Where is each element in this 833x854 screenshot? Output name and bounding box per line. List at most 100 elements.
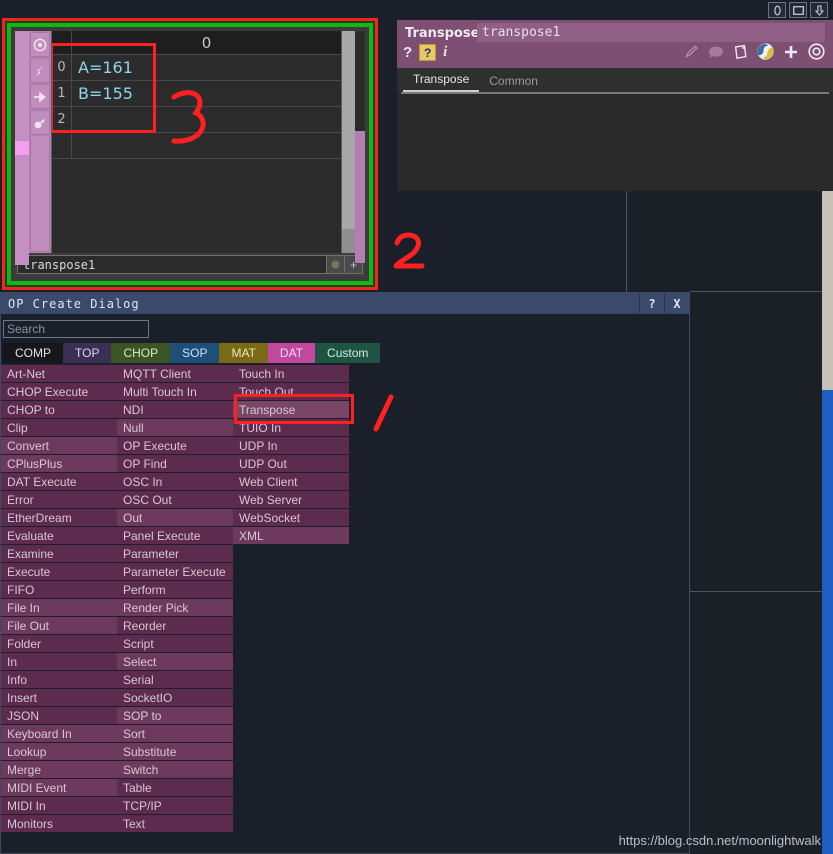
op-tab-top[interactable]: TOP — [63, 343, 112, 363]
help-button[interactable]: ? — [639, 293, 664, 314]
python-icon[interactable] — [757, 43, 774, 65]
op-list-item[interactable]: Panel Execute — [117, 527, 233, 545]
op-list-item[interactable]: Select — [117, 653, 233, 671]
op-list-item[interactable]: TCP/IP — [117, 797, 233, 815]
dat-vertical-scrollbar[interactable] — [341, 31, 356, 253]
clipboard-icon[interactable] — [733, 44, 748, 65]
op-list-item[interactable]: Touch Out — [233, 383, 349, 401]
op-list-item[interactable]: Keyboard In — [1, 725, 117, 743]
lightning-icon[interactable] — [30, 58, 50, 83]
op-list-item[interactable]: Transpose — [233, 401, 349, 419]
op-list-item[interactable]: MIDI In — [1, 797, 117, 815]
op-list-item[interactable]: Art-Net — [1, 365, 117, 383]
op-list-item[interactable]: Folder — [1, 635, 117, 653]
op-list-item[interactable]: Merge — [1, 761, 117, 779]
dat-path-field[interactable]: transpose1 — [17, 255, 327, 274]
right-scrollbar-thumb[interactable] — [822, 390, 833, 854]
op-list-item[interactable]: NDI — [117, 401, 233, 419]
table-row[interactable]: 2 — [52, 107, 341, 133]
op-list-item[interactable]: Info — [1, 671, 117, 689]
op-tab-sop[interactable]: SOP — [170, 343, 220, 363]
op-list-item[interactable]: DAT Execute — [1, 473, 117, 491]
help-icon[interactable]: ? — [403, 44, 412, 61]
op-list-item[interactable]: Text — [117, 815, 233, 833]
op-list-item[interactable]: Examine — [1, 545, 117, 563]
op-list-item[interactable]: Serial — [117, 671, 233, 689]
op-list-item[interactable]: WebSocket — [233, 509, 349, 527]
op-list-item[interactable]: CPlusPlus — [1, 455, 117, 473]
row-value[interactable]: A=161 — [72, 55, 341, 80]
op-list-item[interactable]: CHOP to — [1, 401, 117, 419]
op-list-item[interactable]: Switch — [117, 761, 233, 779]
op-list-item[interactable]: Error — [1, 491, 117, 509]
op-list-item[interactable]: OSC Out — [117, 491, 233, 509]
help-badge-icon[interactable]: ? — [419, 44, 437, 61]
row-value[interactable] — [72, 107, 341, 132]
row-value[interactable] — [72, 133, 341, 158]
op-list-item[interactable]: Render Pick — [117, 599, 233, 617]
op-list-item[interactable]: CHOP Execute — [1, 383, 117, 401]
maximize-button[interactable] — [789, 2, 807, 18]
op-list-item[interactable]: Out — [117, 509, 233, 527]
op-tab-custom[interactable]: Custom — [315, 343, 381, 363]
lock-icon[interactable] — [30, 110, 50, 135]
target-icon[interactable] — [808, 43, 825, 65]
op-list-item[interactable]: Evaluate — [1, 527, 117, 545]
op-list-item[interactable]: Parameter — [117, 545, 233, 563]
op-list-item[interactable]: Table — [117, 779, 233, 797]
op-tab-chop[interactable]: CHOP — [111, 343, 171, 363]
arrow-right-icon[interactable] — [30, 84, 50, 109]
op-list-item[interactable]: SOP to — [117, 707, 233, 725]
op-name-field[interactable]: transpose1 — [477, 23, 825, 42]
op-list-item[interactable]: Lookup — [1, 743, 117, 761]
dat-table-grid[interactable]: 0 0 A=161 1 B=155 2 — [51, 31, 341, 253]
node-dot-icon[interactable] — [327, 255, 345, 274]
tab-common[interactable]: Common — [479, 71, 548, 92]
op-list-item[interactable]: Execute — [1, 563, 117, 581]
op-list-item[interactable]: Monitors — [1, 815, 117, 833]
op-list-item[interactable]: MIDI Event — [1, 779, 117, 797]
viewer-active-icon[interactable] — [30, 32, 50, 57]
tab-transpose[interactable]: Transpose — [403, 69, 480, 92]
row-value[interactable]: B=155 — [72, 81, 341, 106]
dat-scrollbar-thumb[interactable] — [342, 31, 356, 229]
table-row[interactable]: 0 A=161 — [52, 55, 341, 81]
op-list-item[interactable]: FIFO — [1, 581, 117, 599]
op-list-item[interactable]: UDP In — [233, 437, 349, 455]
op-list-item[interactable]: Substitute — [117, 743, 233, 761]
op-tab-mat[interactable]: MAT — [219, 343, 268, 363]
info-icon[interactable]: i — [443, 44, 447, 61]
op-list-item[interactable]: File Out — [1, 617, 117, 635]
pencil-icon[interactable] — [684, 44, 699, 64]
op-list-item[interactable]: Parameter Execute — [117, 563, 233, 581]
table-row[interactable]: 1 B=155 — [52, 81, 341, 107]
op-list-item[interactable]: Clip — [1, 419, 117, 437]
op-list-item[interactable]: EtherDream — [1, 509, 117, 527]
plus-icon[interactable] — [783, 44, 799, 65]
op-list-item[interactable]: JSON — [1, 707, 117, 725]
op-list-item[interactable]: Web Client — [233, 473, 349, 491]
op-list-item[interactable]: Sort — [117, 725, 233, 743]
op-list-item[interactable]: Convert — [1, 437, 117, 455]
op-list-item[interactable]: OSC In — [117, 473, 233, 491]
op-list-item[interactable]: In — [1, 653, 117, 671]
op-list-item[interactable]: File In — [1, 599, 117, 617]
op-list-item[interactable]: Reorder — [117, 617, 233, 635]
op-list-item[interactable]: UDP Out — [233, 455, 349, 473]
op-list-item[interactable]: Multi Touch In — [117, 383, 233, 401]
op-list-item[interactable]: MQTT Client — [117, 365, 233, 383]
op-list-item[interactable]: OP Execute — [117, 437, 233, 455]
op-dialog-titlebar[interactable]: OP Create Dialog ? X — [1, 293, 689, 314]
minimize-button[interactable] — [810, 2, 828, 18]
op-list-item[interactable]: Web Server — [233, 491, 349, 509]
op-list-item[interactable]: OP Find — [117, 455, 233, 473]
op-tab-comp[interactable]: COMP — [3, 343, 63, 363]
comment-icon[interactable] — [708, 45, 724, 64]
op-list-item[interactable]: Perform — [117, 581, 233, 599]
restore-button[interactable] — [768, 2, 786, 18]
op-list-item[interactable]: Script — [117, 635, 233, 653]
op-list-item[interactable]: XML — [233, 527, 349, 545]
op-list-item[interactable]: SocketIO — [117, 689, 233, 707]
op-list-item[interactable]: Null — [117, 419, 233, 437]
op-list-item[interactable]: Touch In — [233, 365, 349, 383]
